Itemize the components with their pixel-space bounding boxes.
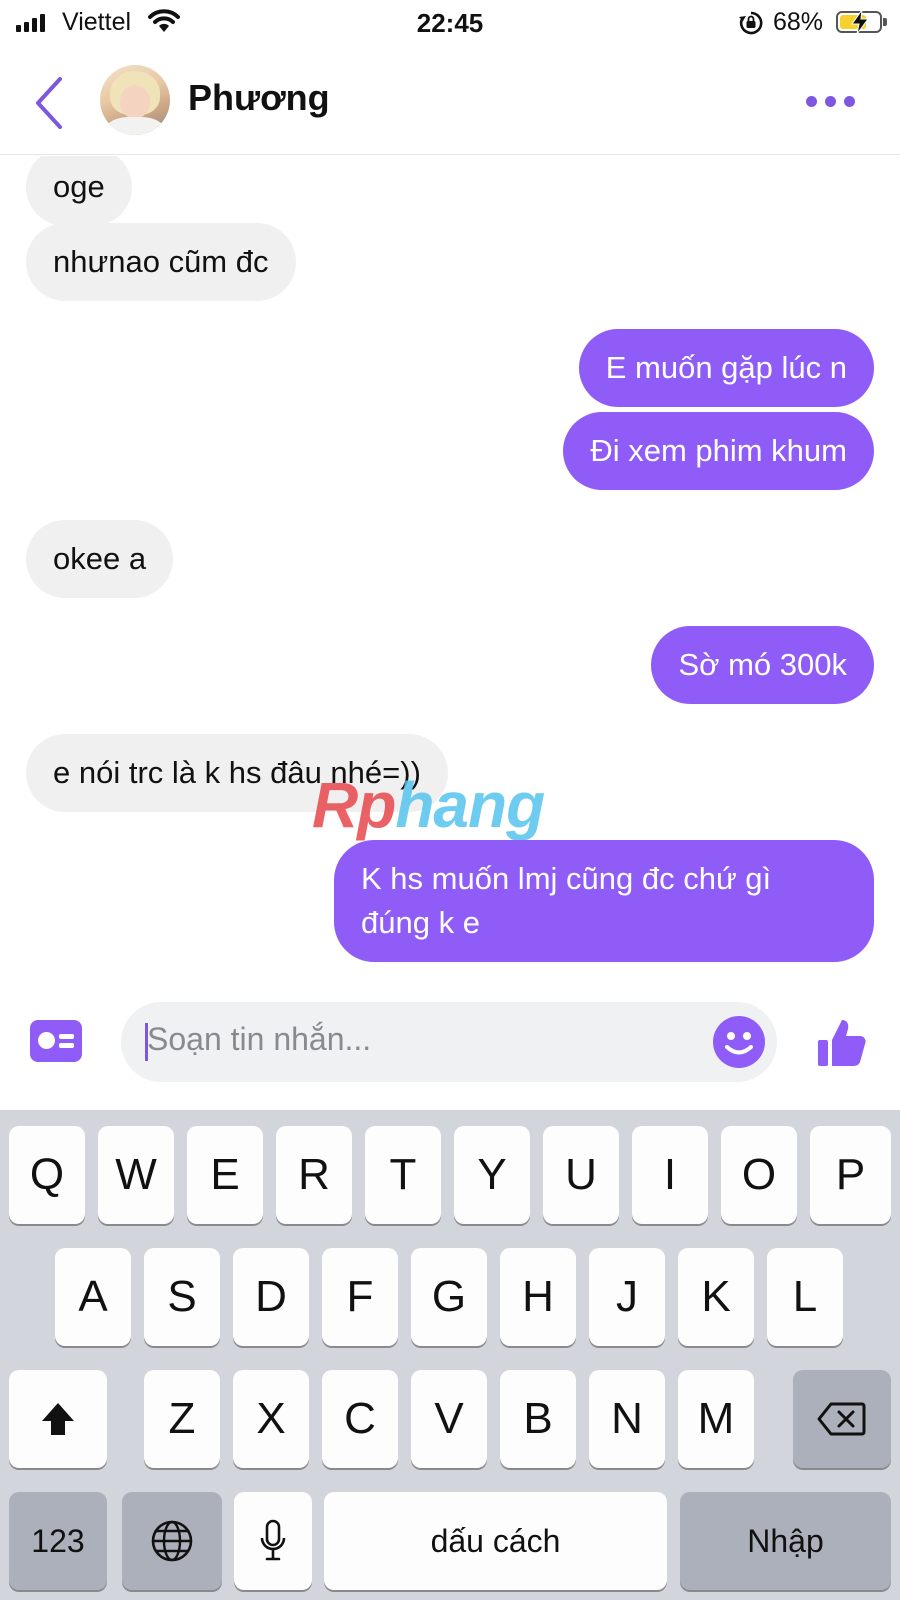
key-f[interactable]: F (322, 1248, 398, 1346)
outgoing-message[interactable]: E muốn gặp lúc n (578, 329, 874, 407)
message-list: oge nhưnao cũm đc E muốn gặp lúc n Đi xe… (0, 156, 900, 986)
like-button[interactable] (814, 1016, 870, 1070)
incoming-message[interactable]: okee a (26, 520, 174, 598)
outgoing-message[interactable]: Sờ mó 300k (651, 626, 874, 704)
key-n[interactable]: N (589, 1370, 665, 1468)
key-p[interactable]: P (810, 1126, 891, 1224)
battery-tip (883, 18, 887, 26)
microphone-icon (260, 1519, 286, 1561)
key-c[interactable]: C (322, 1370, 398, 1468)
smiley-icon (725, 1032, 753, 1055)
key-u[interactable]: U (543, 1126, 619, 1224)
more-options-button[interactable] (806, 91, 856, 111)
key-s[interactable]: S (144, 1248, 220, 1346)
key-z[interactable]: Z (144, 1370, 220, 1468)
chevron-left-icon (36, 77, 62, 129)
message-input[interactable]: Soạn tin nhắn... (121, 1002, 777, 1082)
key-i[interactable]: I (632, 1126, 708, 1224)
return-key[interactable]: Nhập (680, 1492, 891, 1590)
backspace-icon (817, 1402, 866, 1436)
outgoing-message[interactable]: K hs muốn lmj cũng đc chứ gì đúng k e (334, 840, 874, 962)
key-b[interactable]: B (500, 1370, 576, 1468)
message-composer: Soạn tin nhắn... (0, 990, 900, 1090)
key-d[interactable]: D (233, 1248, 309, 1346)
incoming-message[interactable]: nhưnao cũm đc (26, 223, 296, 301)
on-screen-keyboard: Q W E R T Y U I O P A S D F G H J K L Z … (0, 1110, 900, 1600)
contact-avatar[interactable] (100, 65, 170, 135)
clock: 22:45 (416, 8, 484, 38)
key-l[interactable]: L (767, 1248, 843, 1346)
watermark-logo: Rphang (312, 769, 545, 841)
dictation-key[interactable] (234, 1492, 312, 1590)
contact-name[interactable]: Phương (188, 77, 330, 119)
shift-key[interactable] (9, 1370, 107, 1468)
key-g[interactable]: G (411, 1248, 487, 1346)
back-button[interactable] (30, 73, 70, 133)
key-q[interactable]: Q (9, 1126, 85, 1224)
key-t[interactable]: T (365, 1126, 441, 1224)
numbers-key[interactable]: 123 (9, 1492, 107, 1590)
shift-icon (42, 1403, 74, 1435)
chat-header: Phương (0, 55, 900, 155)
backspace-key[interactable] (793, 1370, 891, 1468)
more-dots-icon (806, 95, 817, 107)
outgoing-message[interactable]: Đi xem phim khum (563, 412, 874, 490)
key-v[interactable]: V (411, 1370, 487, 1468)
space-key[interactable]: dấu cách (324, 1492, 667, 1590)
key-h[interactable]: H (500, 1248, 576, 1346)
message-input-placeholder: Soạn tin nhắn... (147, 1021, 372, 1057)
key-j[interactable]: J (589, 1248, 665, 1346)
key-a[interactable]: A (55, 1248, 131, 1346)
battery-percentage: 68% (773, 8, 824, 36)
key-w[interactable]: W (98, 1126, 174, 1224)
globe-icon (151, 1520, 193, 1562)
key-x[interactable]: X (233, 1370, 309, 1468)
key-o[interactable]: O (721, 1126, 797, 1224)
key-e[interactable]: E (187, 1126, 263, 1224)
status-bar: Viettel 22:45 68% (0, 0, 900, 46)
contact-card-button[interactable] (30, 1020, 82, 1062)
thumbs-up-icon (818, 1020, 866, 1066)
battery-icon (836, 10, 882, 34)
key-y[interactable]: Y (454, 1126, 530, 1224)
globe-key[interactable] (122, 1492, 222, 1590)
incoming-message[interactable]: oge (26, 156, 132, 226)
emoji-button[interactable] (713, 1016, 765, 1068)
key-k[interactable]: K (678, 1248, 754, 1346)
key-r[interactable]: R (276, 1126, 352, 1224)
key-m[interactable]: M (678, 1370, 754, 1468)
orientation-lock-icon (738, 10, 764, 41)
